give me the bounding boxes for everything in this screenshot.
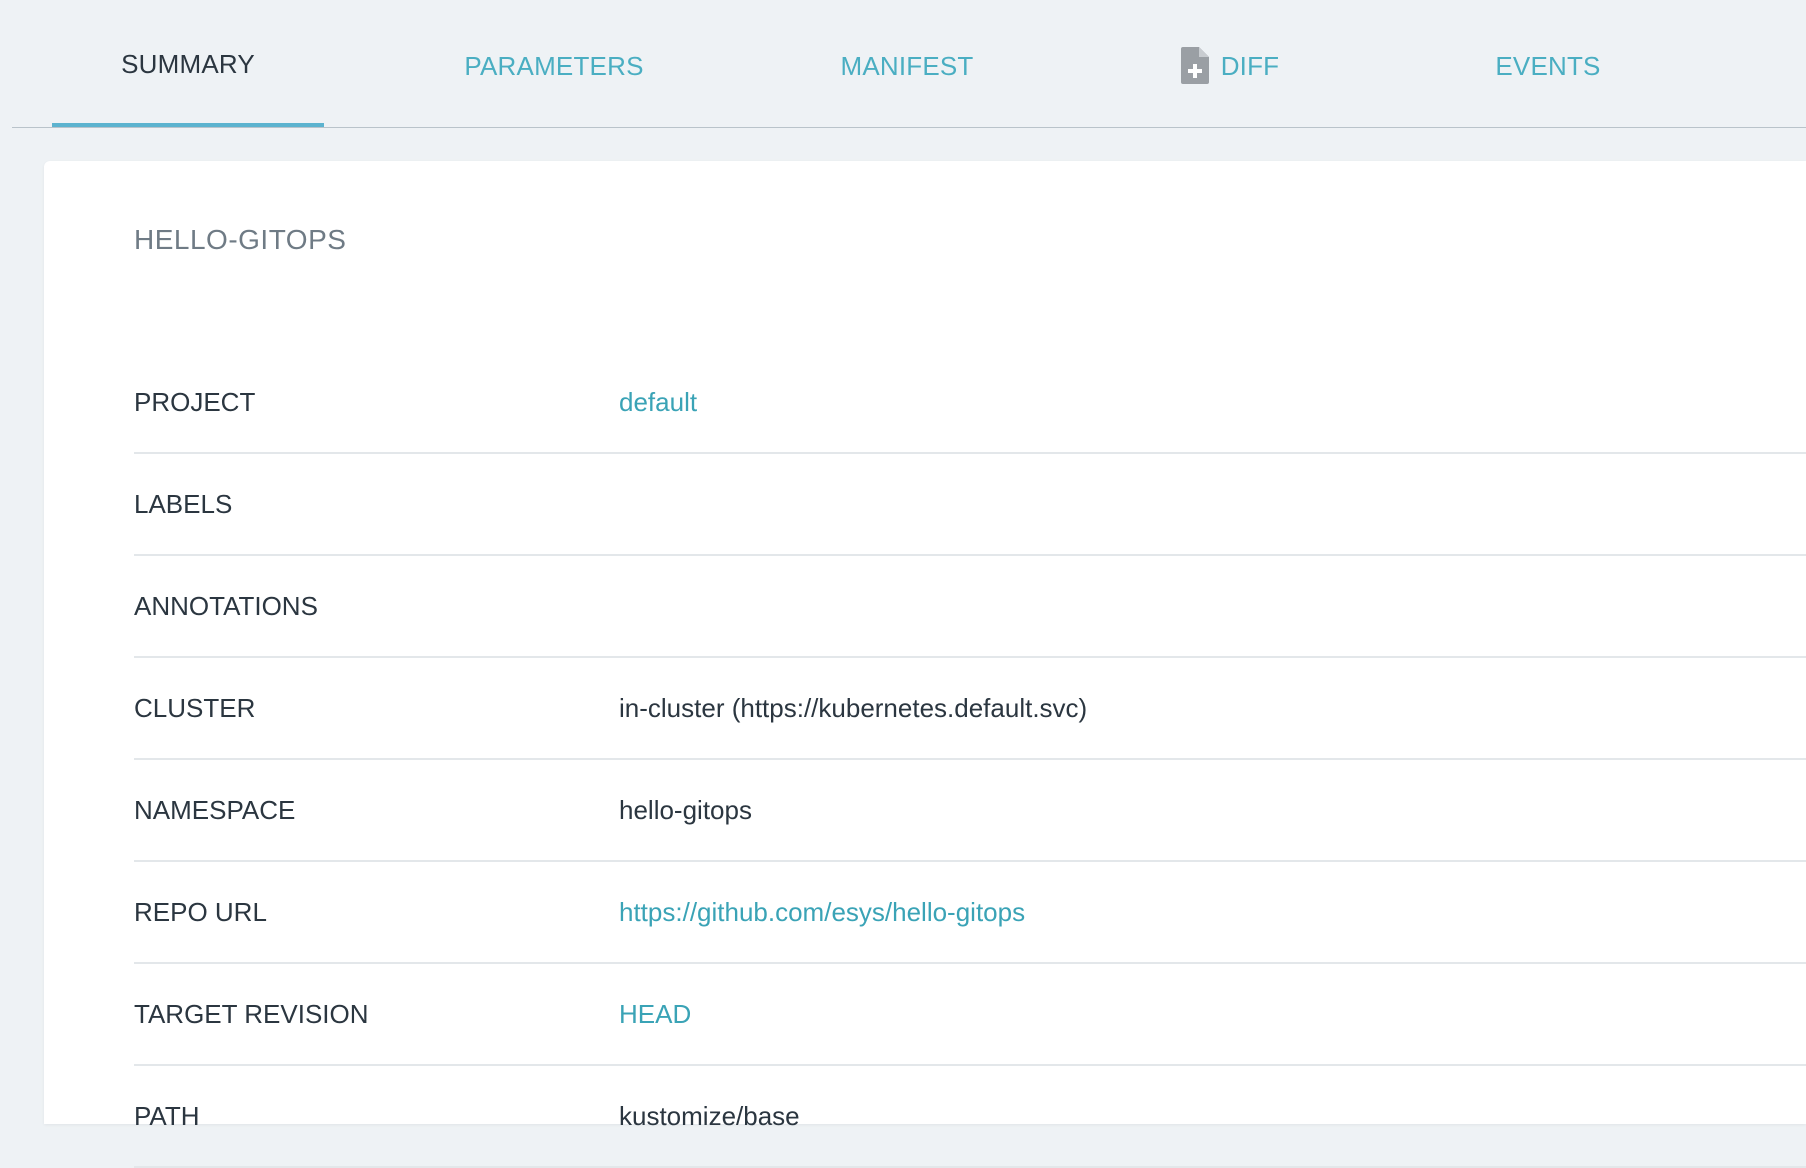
- row-namespace: NAMESPACE hello-gitops: [134, 760, 1806, 862]
- row-label: PATH: [134, 1101, 200, 1131]
- row-label: NAMESPACE: [134, 795, 296, 825]
- row-cluster: CLUSTER in-cluster (https://kubernetes.d…: [134, 658, 1806, 760]
- row-label: CLUSTER: [134, 693, 256, 723]
- tab-manifest-label: MANIFEST: [840, 51, 974, 81]
- tab-diff-label: DIFF: [1220, 51, 1280, 81]
- path-value: kustomize/base: [619, 1101, 800, 1131]
- namespace-value: hello-gitops: [619, 795, 752, 825]
- tab-parameters-label: PARAMETERS: [464, 51, 644, 81]
- row-label: TARGET REVISION: [134, 999, 369, 1029]
- row-label: LABELS: [134, 489, 233, 519]
- tab-diff[interactable]: DIFF: [1150, 0, 1310, 127]
- summary-panel: HELLO-GITOPS PROJECT default LABELS ANNO…: [44, 161, 1806, 1168]
- tab-events[interactable]: EVENTS: [1458, 0, 1638, 127]
- row-label: ANNOTATIONS: [134, 591, 318, 621]
- tab-manifest[interactable]: MANIFEST: [802, 0, 1012, 127]
- tab-events-label: EVENTS: [1495, 51, 1601, 81]
- row-repo-url: REPO URL https://github.com/esys/hello-g…: [134, 862, 1806, 964]
- tab-summary[interactable]: SUMMARY: [52, 0, 324, 127]
- target-revision-link[interactable]: HEAD: [619, 964, 691, 1064]
- row-project: PROJECT default: [134, 352, 1806, 454]
- tab-parameters[interactable]: PARAMETERS: [429, 0, 679, 127]
- row-path: PATH kustomize/base: [134, 1066, 1806, 1168]
- file-plus-icon: [1180, 47, 1209, 84]
- tab-summary-label: SUMMARY: [121, 49, 255, 79]
- row-target-revision: TARGET REVISION HEAD: [134, 964, 1806, 1066]
- row-label: REPO URL: [134, 897, 267, 927]
- cluster-value: in-cluster (https://kubernetes.default.s…: [619, 693, 1088, 723]
- row-labels: LABELS: [134, 454, 1806, 556]
- project-link[interactable]: default: [619, 352, 697, 452]
- tab-bar: SUMMARY PARAMETERS MANIFEST DIFF EVENTS: [12, 0, 1806, 128]
- app-name-title: HELLO-GITOPS: [134, 224, 347, 255]
- repo-url-link[interactable]: https://github.com/esys/hello-gitops: [619, 862, 1025, 962]
- row-annotations: ANNOTATIONS: [134, 556, 1806, 658]
- row-label: PROJECT: [134, 387, 256, 417]
